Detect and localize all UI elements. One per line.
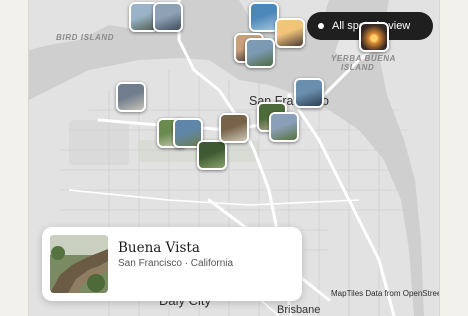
photo-pin-downtown[interactable] [294, 78, 324, 108]
photo-pin-sunset-pier[interactable] [275, 18, 305, 48]
sunset-thumbnail[interactable] [359, 22, 389, 52]
spot-subtitle: San Francisco · California [118, 258, 234, 269]
photo-thumbnail-icon [277, 20, 303, 46]
spot-title: Buena Vista [118, 240, 200, 256]
yerba-buena-label-2: ISLAND [341, 63, 375, 72]
status-dot-icon [318, 23, 324, 29]
spot-thumbnail [50, 235, 108, 293]
photo-pin-twin-peaks[interactable] [269, 112, 299, 142]
map-attribution[interactable]: MapTiles Data from OpenStreetM [331, 289, 439, 298]
photo-thumbnail-icon [221, 115, 247, 141]
photo-pin-buena-vista[interactable] [219, 113, 249, 143]
photo-pin-bridge-north[interactable] [153, 2, 183, 32]
photo-pin-lands-end[interactable] [245, 38, 275, 68]
photo-thumbnail-icon [247, 40, 273, 66]
photo-thumbnail-icon [251, 4, 277, 30]
photo-pin-hill-trees[interactable] [197, 140, 227, 170]
selected-spot-card[interactable]: Buena Vista San Francisco · California [42, 227, 302, 301]
app-frame: BIRD ISLAND YERBA BUENA ISLAND San Franc… [0, 0, 468, 316]
tree-photo-icon [50, 235, 108, 293]
photo-thumbnail-icon [271, 114, 297, 140]
photo-thumbnail-icon [155, 4, 181, 30]
photo-thumbnail-icon [296, 80, 322, 106]
photo-thumbnail-icon [199, 142, 225, 168]
photo-thumbnail-icon [118, 84, 144, 110]
photo-pin-coast-rock[interactable] [116, 82, 146, 112]
yerba-buena-label-1: YERBA BUENA [331, 54, 396, 63]
brisbane-label: Brisbane [277, 304, 321, 316]
bird-island-label: BIRD ISLAND [56, 33, 115, 42]
